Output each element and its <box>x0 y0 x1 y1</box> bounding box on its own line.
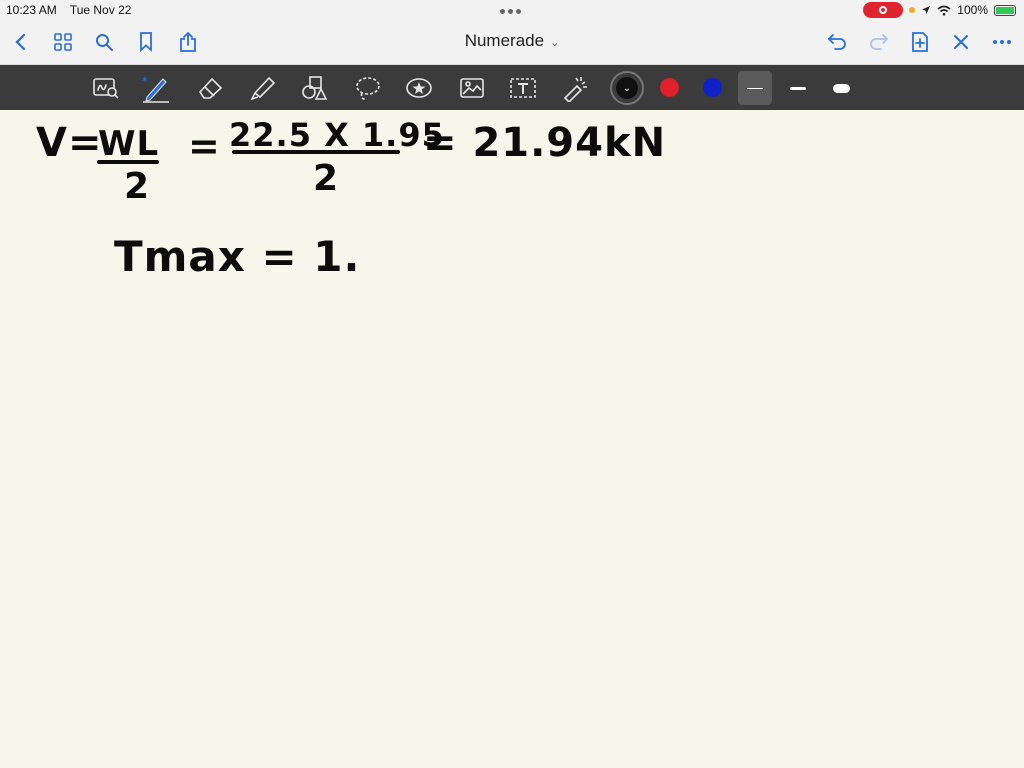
status-time: 10:23 AM <box>6 3 57 17</box>
chevron-down-icon: ⌄ <box>550 37 560 49</box>
status-date: Tue Nov 22 <box>69 3 132 17</box>
image-insert-icon[interactable] <box>457 73 487 103</box>
stroke-thin-button[interactable] <box>738 71 772 105</box>
undo-icon[interactable] <box>825 30 849 54</box>
navigation-bar: Numerade ⌄ <box>0 20 1024 65</box>
close-icon[interactable] <box>949 30 973 54</box>
chevron-down-icon: ⌄ <box>616 77 638 99</box>
eraser-tool-icon[interactable] <box>195 73 225 103</box>
title-text: Numerade <box>464 31 545 50</box>
text-box-icon[interactable] <box>508 73 538 103</box>
status-right: 100% <box>863 2 1016 18</box>
more-options-icon[interactable] <box>990 30 1014 54</box>
equals-sign: = <box>188 124 221 168</box>
privacy-indicator-icon <box>909 7 916 13</box>
elements-sticker-icon[interactable] <box>404 73 434 103</box>
battery-icon <box>994 4 1016 16</box>
color-swatch-blue[interactable] <box>703 78 722 97</box>
fraction-denominator: 2 <box>124 166 151 207</box>
add-page-icon[interactable] <box>908 30 932 54</box>
shapes-tool-icon[interactable] <box>300 73 330 103</box>
fraction-bar <box>97 160 159 164</box>
notebook-canvas[interactable]: V= WL 2 = 22.5 X 1.95 2 = 21.94kN Tmax =… <box>0 110 1024 768</box>
status-bar: 10:23 AM Tue Nov 22 100% <box>0 0 1024 20</box>
wifi-icon <box>937 5 951 15</box>
pen-tool-icon[interactable]: ∗ <box>141 73 171 103</box>
equation-v-label: V= <box>36 120 103 166</box>
highlighter-tool-icon[interactable] <box>248 73 278 103</box>
stroke-medium-button[interactable] <box>781 71 815 105</box>
laser-pointer-icon[interactable] <box>560 73 590 103</box>
battery-percent: 100% <box>957 3 988 17</box>
fraction-denominator: 2 <box>313 158 340 199</box>
svg-text:∗: ∗ <box>141 75 149 85</box>
redo-icon[interactable] <box>867 30 891 54</box>
fraction-numerator-wl: WL <box>98 124 160 164</box>
multitasking-handle[interactable] <box>500 9 521 14</box>
handwriting-zoom-icon[interactable] <box>91 73 121 103</box>
stroke-thick-button[interactable] <box>824 71 858 105</box>
lasso-tool-icon[interactable] <box>353 73 383 103</box>
status-left: 10:23 AM Tue Nov 22 <box>6 3 141 17</box>
screen-recording-icon[interactable] <box>863 2 904 18</box>
fraction-numerator-calc: 22.5 X 1.95 <box>229 116 445 154</box>
annotation-toolbar: ∗ ⌄ <box>0 65 1024 110</box>
location-icon <box>922 6 931 14</box>
equation-result: = 21.94kN <box>423 120 667 166</box>
equation-tmax: Tmax = 1. <box>114 232 361 281</box>
color-picker-selected[interactable]: ⌄ <box>610 71 644 105</box>
fraction-bar <box>232 150 400 154</box>
color-swatch-red[interactable] <box>660 78 679 97</box>
